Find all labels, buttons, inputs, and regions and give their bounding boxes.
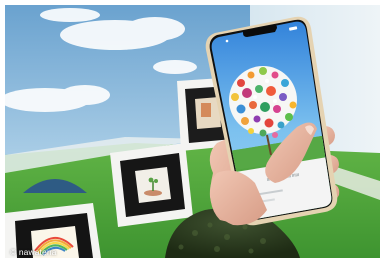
photo-credit: © nawatena [10,247,57,257]
scene-illustration: IIIIIIIII IIIIIIIIIII IIIIII [5,5,380,258]
artwork-frame-middle [110,143,193,227]
photo-scene: IIIIIIIII IIIIIIIIIII IIIIII [5,5,380,258]
photo-frame: IIIIIIIII IIIIIIIIIII IIIIII © nawatena [0,0,384,263]
